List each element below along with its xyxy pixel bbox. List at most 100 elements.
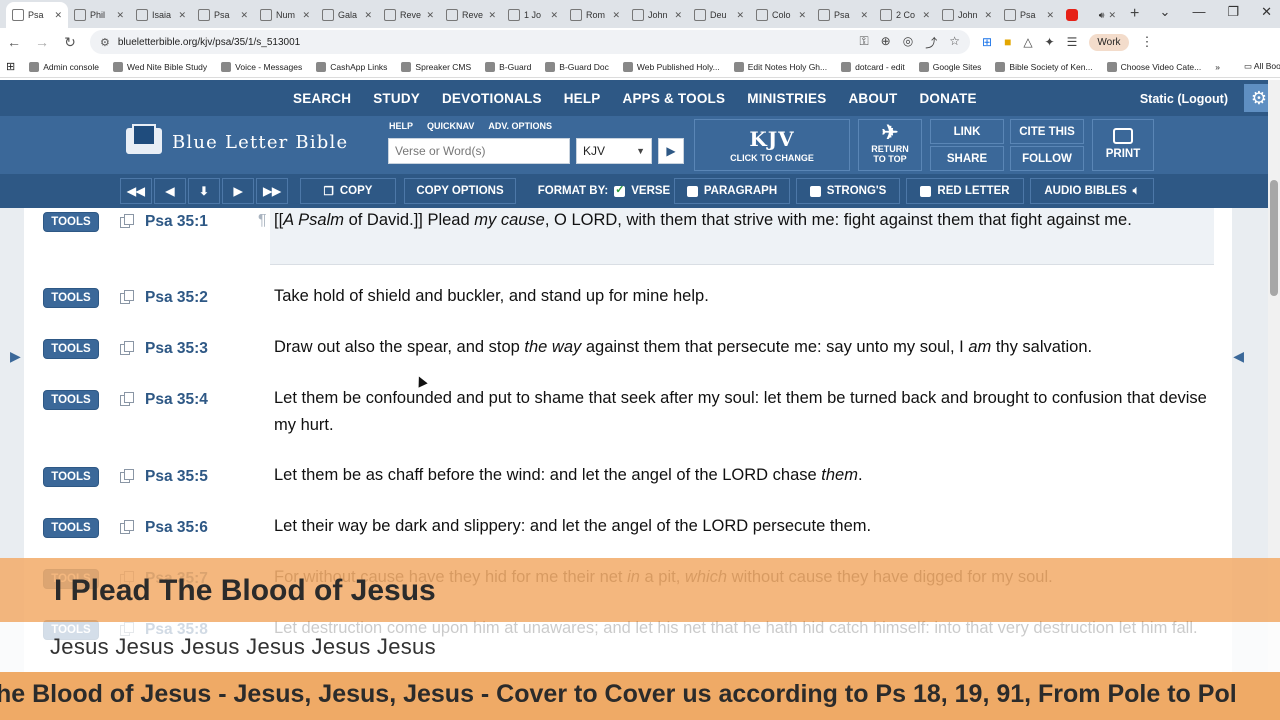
cite-button[interactable]: CITE THIS — [1010, 119, 1084, 144]
copy-verse-icon[interactable] — [120, 290, 134, 304]
topnav-item[interactable]: DONATE — [908, 91, 987, 106]
strongs-checkbox[interactable] — [809, 185, 821, 197]
audio-bibles-button[interactable]: AUDIO BIBLES 🔈︎ — [1030, 178, 1154, 204]
close-tab-icon[interactable]: ✕ — [674, 10, 682, 21]
verse-reference[interactable]: Psa 35:2 — [145, 289, 208, 307]
bookmark-item[interactable]: Choose Video Cate... — [1106, 61, 1201, 72]
topnav-item[interactable]: APPS & TOOLS — [612, 91, 737, 106]
close-tab-icon[interactable]: ✕ — [302, 10, 310, 21]
go-button[interactable]: ▶ — [658, 138, 684, 164]
close-tab-icon[interactable]: ✕ — [736, 10, 744, 21]
audio-playing-icon[interactable]: 🔊︎ — [1099, 10, 1105, 21]
close-tab-icon[interactable]: ✕ — [488, 10, 496, 21]
browser-tab[interactable]: John ✕ — [936, 2, 998, 28]
search-link[interactable]: QUICKNAV — [427, 121, 474, 131]
browser-tab[interactable]: Reve ✕ — [378, 2, 440, 28]
verse-reference[interactable]: Psa 35:6 — [145, 519, 208, 537]
bookmark-item[interactable]: B-Guard Doc — [545, 61, 609, 72]
copy-verse-icon[interactable] — [120, 520, 134, 534]
next-panel-arrow-icon[interactable]: ◀ — [1233, 348, 1244, 365]
copy-button[interactable]: ❐ COPY — [300, 178, 396, 204]
next-chapter-button[interactable]: ▶ — [222, 178, 254, 204]
menu-icon[interactable]: ⋮ — [1141, 34, 1154, 50]
forward-button[interactable]: → — [34, 34, 50, 50]
tools-button[interactable]: TOOLS — [43, 212, 99, 232]
close-tab-icon[interactable]: ✕ — [860, 10, 868, 21]
tools-button[interactable]: TOOLS — [43, 288, 99, 308]
browser-tab[interactable]: Phil ✕ — [68, 2, 130, 28]
prev-chapter-button[interactable]: ◀ — [154, 178, 186, 204]
reload-button[interactable]: ↻ — [62, 34, 78, 51]
paragraph-toggle[interactable]: PARAGRAPH — [674, 178, 790, 204]
search-link[interactable]: HELP — [389, 121, 413, 131]
copy-verse-icon[interactable] — [120, 341, 134, 355]
browser-tab[interactable]: 🔊︎ ✕ — [1060, 2, 1122, 28]
tools-button[interactable]: TOOLS — [43, 339, 99, 359]
bookmark-item[interactable]: Spreaker CMS — [401, 61, 471, 72]
browser-tab[interactable]: Psa ✕ — [812, 2, 874, 28]
zoom-icon[interactable]: ⊕ — [881, 34, 891, 51]
close-tab-icon[interactable]: ✕ — [922, 10, 930, 21]
browser-tab[interactable]: Reve ✕ — [440, 2, 502, 28]
topnav-item[interactable]: SEARCH — [282, 91, 362, 106]
copy-options-button[interactable]: COPY OPTIONS — [404, 178, 516, 204]
prev-panel-arrow-icon[interactable]: ▶ — [10, 348, 21, 365]
browser-tab[interactable]: Num ✕ — [254, 2, 316, 28]
topnav-item[interactable]: ABOUT — [837, 91, 908, 106]
share-icon[interactable]: ⤴ — [925, 34, 937, 51]
url-field[interactable]: ⚙ blueletterbible.org/kjv/psa/35/1/s_513… — [90, 30, 970, 54]
minimize-button[interactable]: — — [1192, 4, 1205, 20]
bookmark-item[interactable]: Wed Nite Bible Study — [112, 61, 207, 72]
bookmark-item[interactable]: Admin console — [29, 61, 99, 72]
close-tab-icon[interactable]: ✕ — [178, 10, 186, 21]
close-tab-icon[interactable]: ✕ — [612, 10, 620, 21]
scroll-thumb[interactable] — [1270, 180, 1278, 296]
close-tab-icon[interactable]: ✕ — [364, 10, 372, 21]
bookmark-item[interactable]: Edit Notes Holy Gh... — [733, 61, 827, 72]
close-tab-icon[interactable]: ✕ — [54, 10, 62, 21]
back-button[interactable]: ← — [6, 34, 22, 50]
share-button[interactable]: SHARE — [930, 146, 1004, 171]
search-input[interactable] — [388, 138, 570, 164]
verse-checkbox[interactable] — [614, 183, 626, 197]
close-tab-icon[interactable]: ✕ — [116, 10, 124, 21]
copy-verse-icon[interactable] — [120, 214, 134, 228]
browser-tab[interactable]: Gala ✕ — [316, 2, 378, 28]
user-status-link[interactable]: Static (Logout) — [1140, 92, 1228, 106]
browser-tab[interactable]: Isaia ✕ — [130, 2, 192, 28]
topnav-item[interactable]: DEVOTIONALS — [431, 91, 553, 106]
all-bookmarks-link[interactable]: ▭ All Bookmarks — [1244, 61, 1280, 72]
tools-button[interactable]: TOOLS — [43, 390, 99, 410]
return-to-top-button[interactable]: ✈ RETURN TO TOP — [858, 119, 922, 171]
maximize-button[interactable]: ❐ — [1227, 4, 1239, 20]
tools-button[interactable]: TOOLS — [43, 467, 99, 487]
new-tab-button[interactable]: + — [1122, 5, 1147, 23]
translate-icon[interactable]: ⊞ — [982, 35, 992, 49]
profile-button[interactable]: Work — [1089, 33, 1129, 51]
first-chapter-button[interactable]: ◀◀ — [120, 178, 152, 204]
close-tab-icon[interactable]: ✕ — [426, 10, 434, 21]
copy-verse-icon[interactable] — [120, 469, 134, 483]
browser-tab[interactable]: Deu ✕ — [688, 2, 750, 28]
last-chapter-button[interactable]: ▶▶ — [256, 178, 288, 204]
bookmark-item[interactable]: Google Sites — [918, 61, 981, 72]
site-info-icon[interactable]: ⚙ — [100, 36, 110, 49]
version-select[interactable]: KJV ▼ — [576, 138, 652, 164]
bookmark-item[interactable]: Voice - Messages — [221, 61, 302, 72]
bookmark-item[interactable]: Bible Society of Ken... — [995, 61, 1093, 72]
drive-icon[interactable]: △ — [1023, 35, 1032, 49]
verse-reference[interactable]: Psa 35:3 — [145, 340, 208, 358]
bookmark-item[interactable]: CashApp Links — [316, 61, 387, 72]
topnav-item[interactable]: STUDY — [362, 91, 431, 106]
more-bookmarks-icon[interactable]: » — [1215, 62, 1220, 72]
print-button[interactable]: PRINT — [1092, 119, 1154, 171]
search-link[interactable]: ADV. OPTIONS — [488, 121, 552, 131]
topnav-item[interactable]: MINISTRIES — [736, 91, 837, 106]
browser-tab[interactable]: Colo ✕ — [750, 2, 812, 28]
red-letter-checkbox[interactable] — [920, 185, 932, 197]
close-tab-icon[interactable]: ✕ — [240, 10, 248, 21]
puzzle-icon[interactable]: ✦ — [1045, 35, 1055, 49]
jump-button[interactable]: ⬇ — [188, 178, 220, 204]
strongs-toggle[interactable]: STRONG'S — [796, 178, 900, 204]
red-letter-toggle[interactable]: RED LETTER — [906, 178, 1024, 204]
